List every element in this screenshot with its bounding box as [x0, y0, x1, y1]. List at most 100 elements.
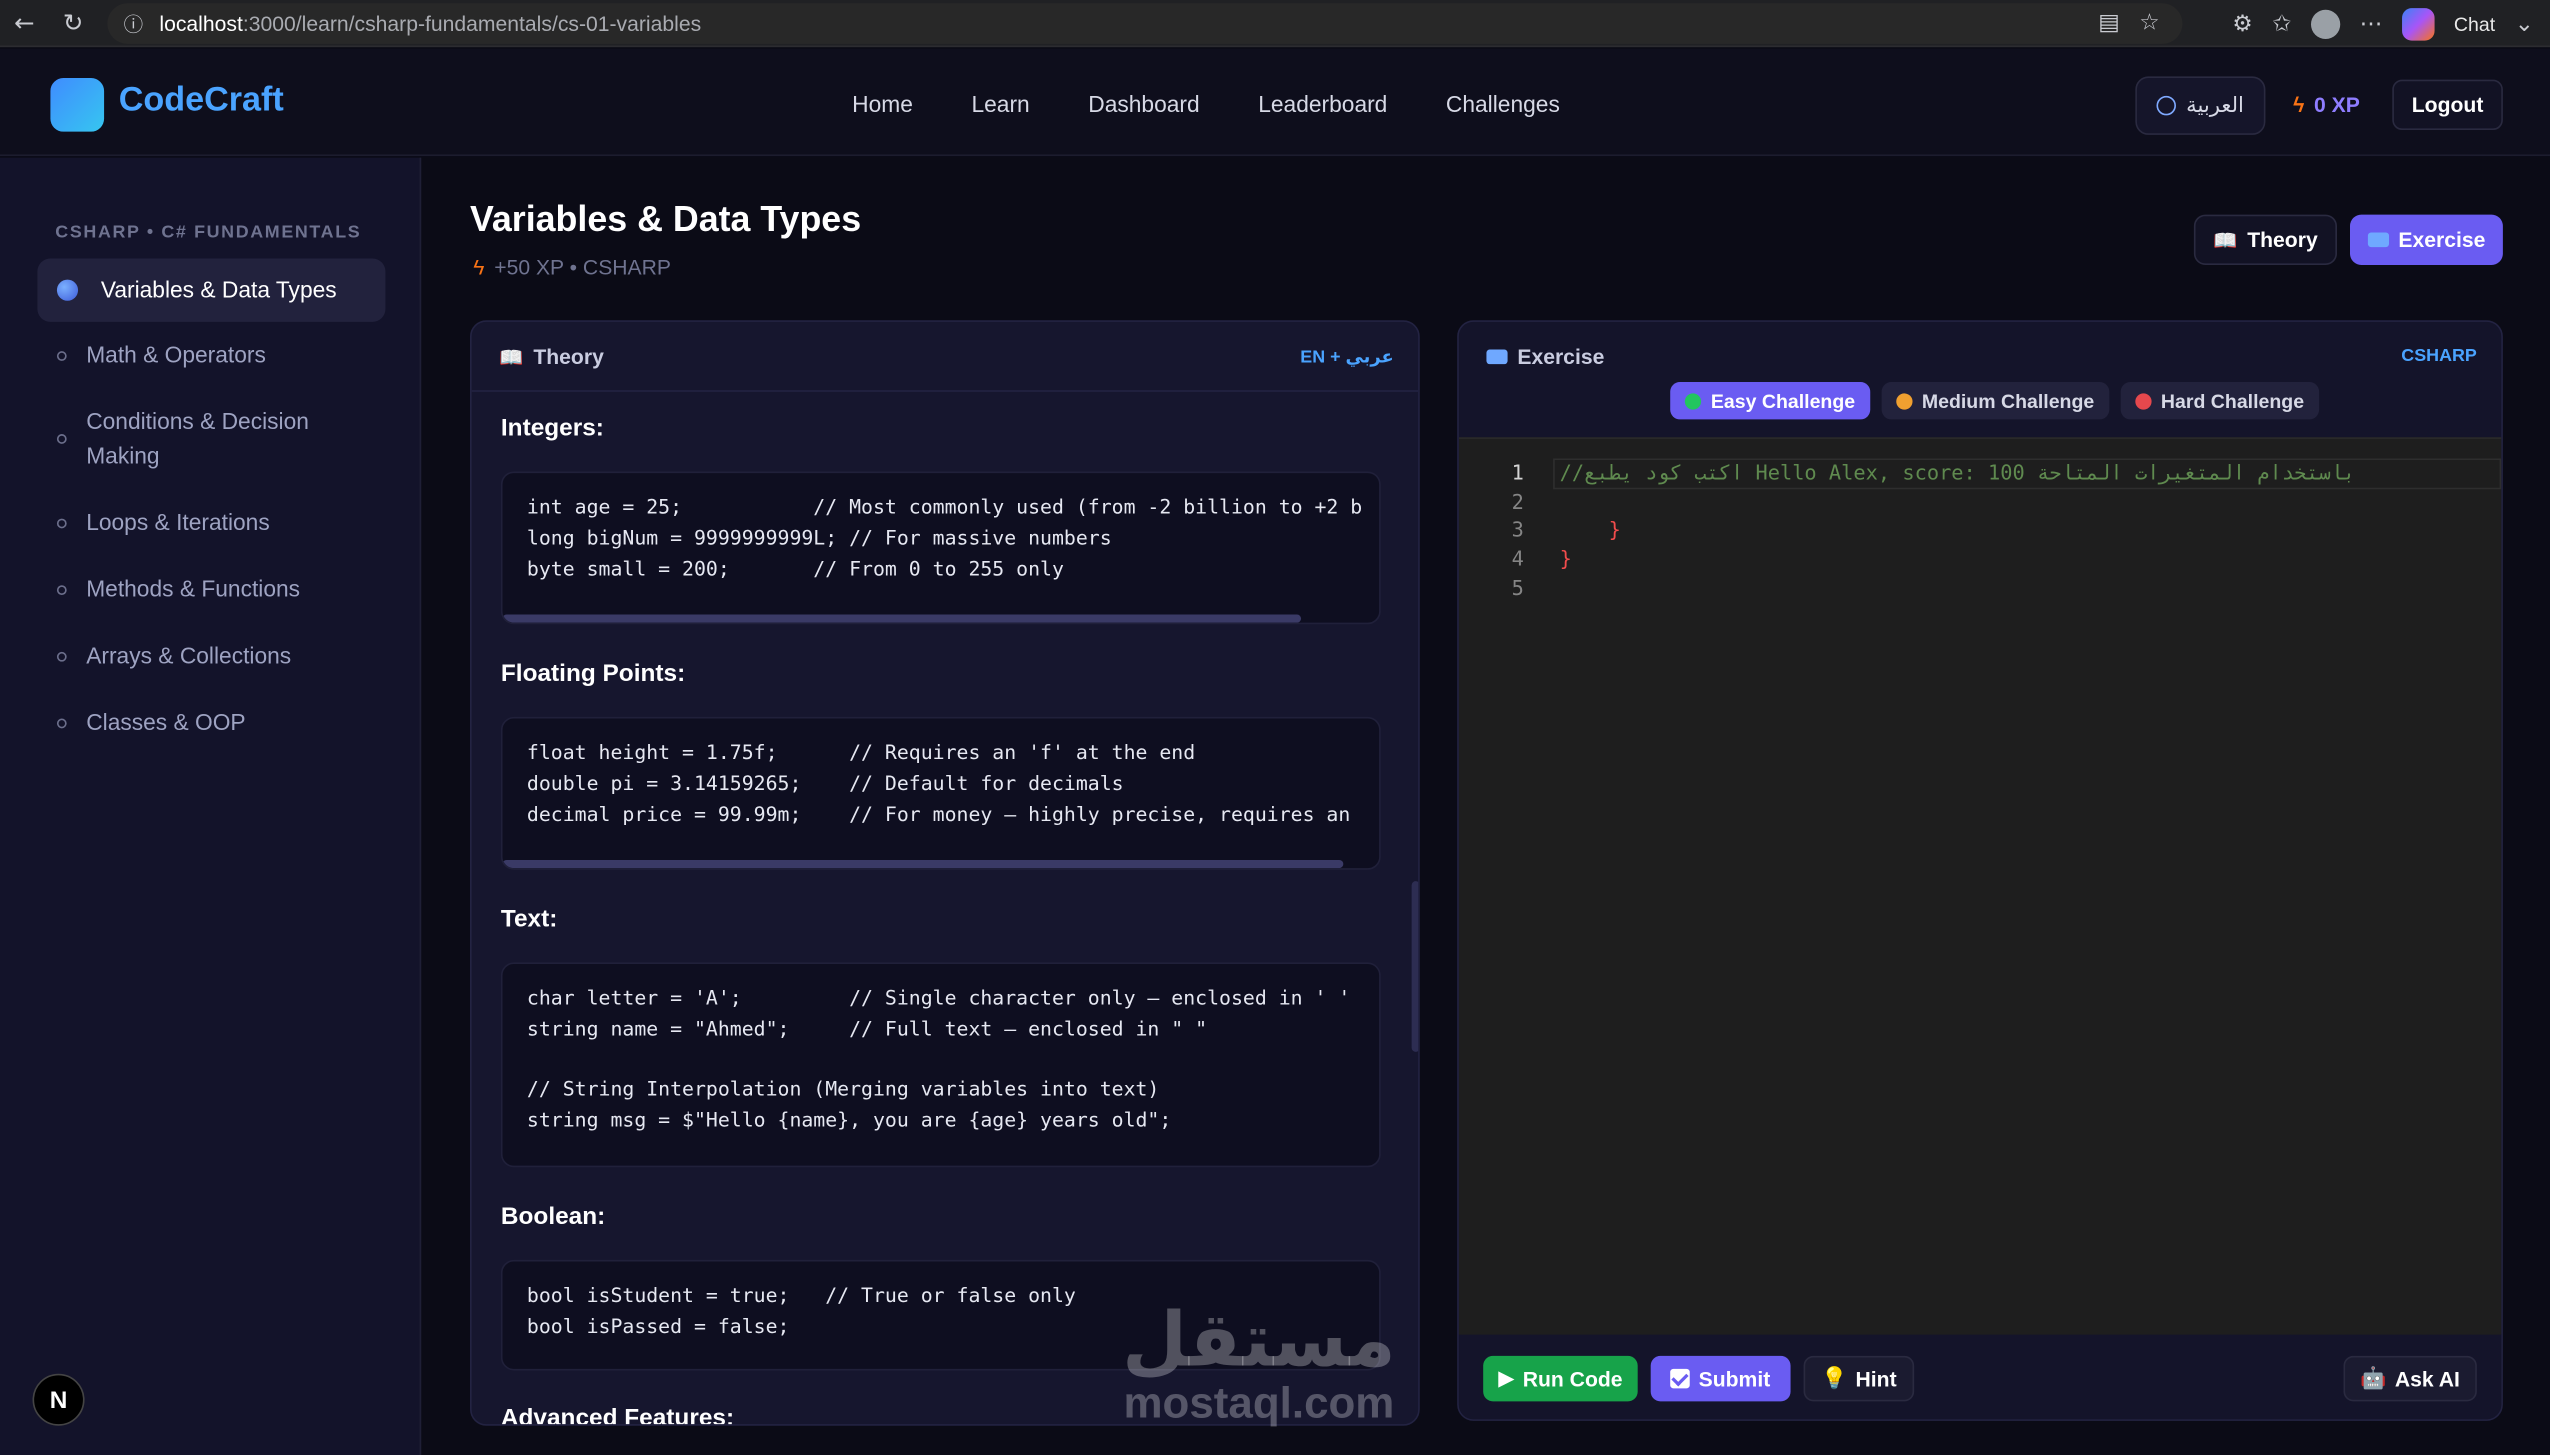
lesson-dot-icon — [56, 718, 67, 729]
sidebar-item-label: Methods & Functions — [86, 575, 301, 602]
site-info-icon[interactable]: ⓘ — [124, 10, 144, 38]
logo-icon[interactable] — [50, 78, 105, 132]
sidebar-item-arrays[interactable]: Arrays & Collections — [37, 623, 385, 690]
theory-content[interactable]: Integers: int age = 25; // Most commonly… — [472, 393, 1419, 1426]
nav-leaderboard[interactable]: Leaderboard — [1229, 91, 1417, 117]
laptop-icon — [2367, 232, 2389, 248]
code-block: float height = 1.75f; // Requires an 'f'… — [500, 716, 1381, 870]
back-arrow-icon[interactable]: ← — [0, 0, 49, 46]
watermark-latin: mostaql.com — [1123, 1378, 1395, 1428]
submit-button[interactable]: Submit — [1650, 1355, 1791, 1402]
lightning-icon: ϟ — [2293, 92, 2305, 118]
watermark-arabic: مستقل — [1122, 1295, 1396, 1384]
exercise-toggle-button[interactable]: Exercise — [2350, 214, 2503, 265]
theory-title: Theory — [533, 344, 604, 370]
line-number: 2 — [1511, 489, 1524, 514]
sidebar-item-variables[interactable]: Variables & Data Types — [37, 258, 386, 322]
url-path: :3000/learn/csharp-fundamentals/cs-01-va… — [242, 11, 702, 36]
theory-language-tag[interactable]: EN + عربي — [1300, 346, 1393, 368]
lightbulb-icon: 💡 — [1821, 1365, 1848, 1390]
nav-challenges[interactable]: Challenges — [1417, 91, 1589, 117]
run-code-button[interactable]: ▶ Run Code — [1483, 1355, 1638, 1402]
theory-panel: 📖 Theory EN + عربي Integers: int age = 25… — [470, 320, 1420, 1426]
red-circle-icon — [2134, 392, 2152, 409]
ask-ai-button[interactable]: 🤖 Ask AI — [2343, 1355, 2477, 1402]
line-number: 3 — [1511, 516, 1524, 542]
lightning-icon: ϟ — [473, 255, 485, 280]
code-text: char letter = 'A'; // Single character o… — [526, 986, 1351, 1132]
yellow-circle-icon — [1895, 392, 1913, 409]
copilot-icon[interactable] — [2401, 7, 2435, 40]
laptop-icon — [1486, 349, 1508, 365]
editor-line[interactable]: 1 //اكتب كود يطبع Hello Alex, score: 100… — [1459, 460, 2501, 488]
line-number: 1 — [1511, 460, 1524, 485]
nav-home[interactable]: Home — [823, 91, 942, 117]
section-heading: Text: — [500, 905, 558, 934]
sidebar-item-methods[interactable]: Methods & Functions — [37, 556, 385, 623]
sidebar-item-conditions[interactable]: Conditions & Decision Making — [37, 389, 385, 490]
book-icon: 📖 — [499, 345, 524, 369]
code-block: char letter = 'A'; // Single character o… — [500, 962, 1381, 1168]
sidebar-item-label: Arrays & Collections — [86, 642, 292, 669]
logout-button[interactable]: Logout — [2392, 79, 2503, 131]
language-switch-button[interactable]: العربية — [2135, 76, 2266, 135]
book-icon: 📖 — [2213, 228, 2238, 252]
hard-challenge-button[interactable]: Hard Challenge — [2120, 382, 2319, 420]
reader-mode-icon[interactable]: ▤ — [2098, 10, 2120, 36]
horizontal-scrollbar[interactable] — [502, 859, 1344, 869]
globe-icon — [2156, 95, 2177, 116]
code-brace: } — [1559, 516, 1621, 542]
chat-button[interactable]: Chat — [2454, 12, 2495, 35]
code-comment: //اكتب كود يطبع Hello Alex, score: 100 ب… — [1559, 460, 2356, 485]
vertical-scrollbar[interactable] — [1411, 881, 1419, 1052]
section-heading: Floating Points: — [500, 660, 686, 688]
editor-line[interactable]: 3 } — [1459, 516, 2501, 545]
code-editor[interactable]: 1 //اكتب كود يطبع Hello Alex, score: 100… — [1458, 437, 2502, 1335]
logo-text[interactable]: CodeCraft — [119, 81, 284, 120]
line-number: 5 — [1511, 575, 1524, 600]
page-title: Variables & Data Types — [470, 198, 862, 239]
line-number: 4 — [1511, 546, 1524, 571]
bookmark-star-icon[interactable]: ☆ — [2139, 10, 2159, 36]
lesson-active-icon — [56, 279, 79, 301]
sidebar-item-classes[interactable]: Classes & OOP — [37, 689, 385, 756]
section-heading: Boolean: — [500, 1203, 606, 1231]
favorites-icon[interactable]: ✩ — [2272, 11, 2291, 37]
sidebar-item-loops[interactable]: Loops & Iterations — [37, 489, 385, 556]
theory-toggle-label: Theory — [2247, 227, 2318, 252]
main-nav: Home Learn Dashboard Leaderboard Challen… — [823, 91, 1589, 117]
course-heading: CSHARP • C# FUNDAMENTALS — [55, 222, 362, 243]
easy-challenge-button[interactable]: Easy Challenge — [1670, 382, 1870, 420]
code-text: float height = 1.75f; // Requires an 'f'… — [526, 741, 1351, 826]
reload-icon[interactable]: ↻ — [49, 0, 98, 46]
profile-avatar[interactable] — [2310, 8, 2341, 39]
medium-challenge-button[interactable]: Medium Challenge — [1881, 382, 2109, 420]
editor-line[interactable]: 2 — [1459, 489, 2501, 517]
hint-button[interactable]: 💡 Hint — [1803, 1355, 1915, 1402]
difficulty-label: Hard Challenge — [2160, 389, 2305, 413]
green-circle-icon — [1684, 392, 1702, 409]
url-host: localhost — [159, 11, 243, 36]
extensions-icon[interactable]: ⚙ — [2232, 11, 2252, 37]
lesson-meta-text: +50 XP • CSHARP — [494, 255, 672, 280]
section-heading: Advanced Features: — [500, 1404, 735, 1426]
lesson-dot-icon — [56, 518, 67, 529]
more-menu-icon[interactable]: ⋯ — [2360, 11, 2383, 37]
nav-learn[interactable]: Learn — [942, 91, 1059, 117]
play-icon: ▶ — [1498, 1365, 1515, 1390]
lesson-list: Variables & Data Types Math & Operators … — [37, 258, 386, 756]
editor-line[interactable]: 5 — [1459, 575, 2501, 603]
exercise-panel: Exercise CSHARP Easy Challenge Medium Ch… — [1457, 320, 2503, 1421]
editor-line[interactable]: 4 } — [1459, 546, 2501, 574]
dev-tools-badge[interactable]: N — [32, 1373, 85, 1426]
lesson-sidebar: CSHARP • C# FUNDAMENTALS Variables & Dat… — [0, 157, 422, 1455]
nav-dashboard[interactable]: Dashboard — [1059, 91, 1229, 117]
lesson-dot-icon — [56, 434, 67, 444]
horizontal-scrollbar[interactable] — [502, 614, 1302, 623]
chevron-down-icon[interactable]: ⌄ — [2515, 11, 2534, 37]
theory-toggle-button[interactable]: 📖 Theory — [2193, 214, 2337, 265]
theory-panel-header: 📖 Theory EN + عربي — [471, 322, 1419, 392]
app-header: CodeCraft Home Learn Dashboard Leaderboa… — [0, 48, 2550, 157]
sidebar-item-math[interactable]: Math & Operators — [37, 322, 385, 389]
address-bar[interactable]: ⓘ localhost:3000/learn/csharp-fundamenta… — [107, 3, 2183, 44]
